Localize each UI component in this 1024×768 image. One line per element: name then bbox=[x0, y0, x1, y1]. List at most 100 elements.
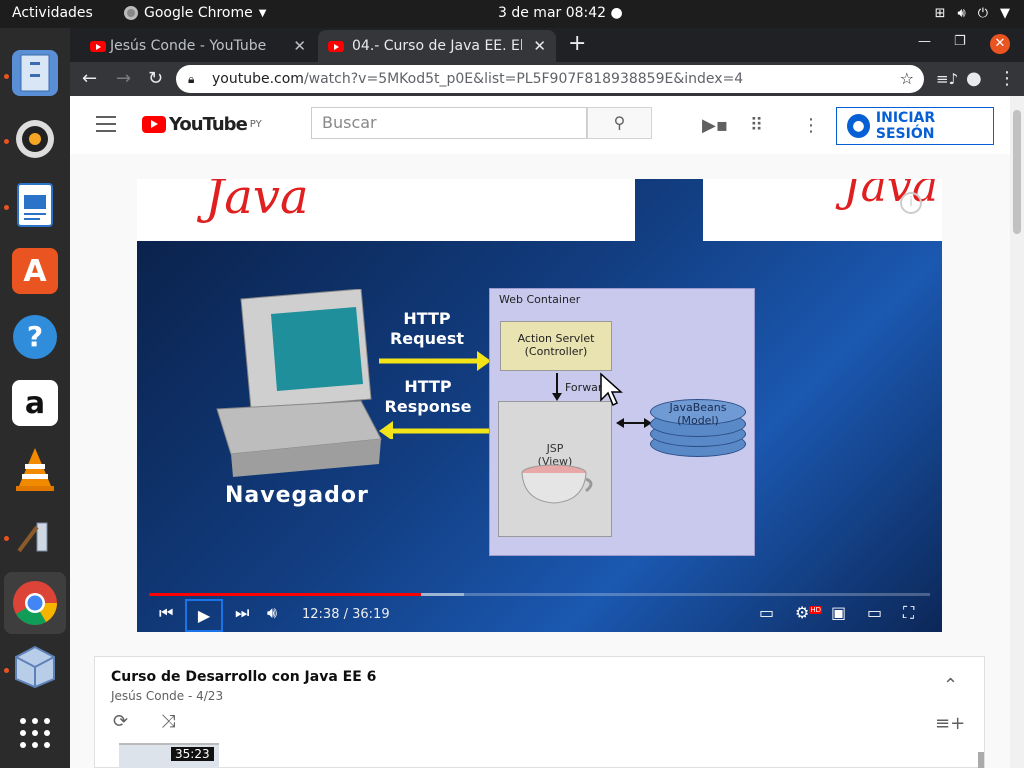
youtube-logo-text: YouTube bbox=[169, 114, 248, 135]
play-button[interactable]: ▶ bbox=[185, 599, 223, 632]
speaker-icon bbox=[16, 120, 54, 158]
loop-icon[interactable]: ⟳ bbox=[113, 711, 128, 732]
sign-in-button[interactable]: ● INICIAR SESIÓN bbox=[836, 107, 994, 145]
close-window-icon[interactable]: ✕ bbox=[990, 34, 1010, 54]
amazon-icon: a bbox=[24, 385, 46, 421]
bookmark-star-icon[interactable]: ☆ bbox=[900, 65, 914, 93]
chrome-app-icon[interactable] bbox=[4, 572, 66, 634]
vlc-app-icon[interactable] bbox=[12, 446, 58, 492]
slide-http-request-label: HTTP Request bbox=[389, 309, 465, 348]
volume-icon[interactable]: 🔊︎ bbox=[267, 603, 277, 623]
shuffle-icon[interactable]: ⤨ bbox=[161, 711, 175, 732]
settings-gear-icon[interactable]: ⚙HD bbox=[795, 603, 822, 622]
tab-title: Jesús Conde - YouTube bbox=[110, 38, 267, 54]
collapse-chevron-icon[interactable]: ⌃ bbox=[943, 675, 958, 696]
fullscreen-icon[interactable]: ⛶ bbox=[903, 603, 914, 623]
back-icon[interactable]: ← bbox=[82, 68, 97, 89]
playlist-item-thumbnail[interactable]: 35:23 bbox=[119, 743, 219, 768]
create-video-icon[interactable]: ▶︎▪ bbox=[702, 115, 728, 136]
search-button[interactable]: ⚲ bbox=[587, 107, 652, 139]
clock[interactable]: 3 de mar 08:42 ● bbox=[498, 5, 623, 21]
player-controls: ⏮ ▶ ⏭ 🔊︎ 12:38 / 36:19 ▭ ⚙HD ▣ ▭ ⛶ bbox=[137, 599, 942, 632]
close-tab-icon[interactable]: ✕ bbox=[533, 37, 546, 55]
app-menu[interactable]: Google Chrome ▼ bbox=[124, 5, 266, 21]
forward-icon[interactable]: → bbox=[116, 68, 131, 89]
dock: A ? a bbox=[0, 28, 70, 768]
playlist-subtitle: Jesús Conde - 4/23 bbox=[111, 689, 224, 703]
playlist-title[interactable]: Curso de Desarrollo con Java EE 6 bbox=[111, 669, 376, 685]
close-tab-icon[interactable]: ✕ bbox=[293, 37, 306, 55]
video-player[interactable]: Java Java i Navegador HTTP Request HTTP … bbox=[137, 179, 942, 632]
gimp-app-icon[interactable] bbox=[12, 512, 58, 558]
files-app-icon[interactable] bbox=[12, 50, 58, 96]
running-indicator bbox=[4, 536, 9, 541]
running-indicator bbox=[4, 668, 9, 673]
apps-grid-icon[interactable]: ⠿ bbox=[750, 115, 763, 136]
rhythmbox-app-icon[interactable] bbox=[12, 116, 58, 162]
running-indicator bbox=[4, 74, 9, 79]
youtube-logo[interactable]: YouTube PY bbox=[142, 114, 262, 135]
url-path: /watch?v=5MKod5t_p0E&list=PL5F907F818938… bbox=[303, 71, 744, 87]
address-bar[interactable]: 🔒︎ youtube.com/watch?v=5MKod5t_p0E&list=… bbox=[176, 65, 924, 93]
system-tray[interactable]: ⊞ 🔊︎ ⏻ ▼ bbox=[935, 6, 1010, 21]
paintbrush-icon bbox=[17, 522, 48, 553]
activities-button[interactable]: Actividades bbox=[12, 5, 93, 21]
save-to-playlist-icon[interactable]: ≡+ bbox=[935, 713, 965, 734]
virtualbox-app-icon[interactable] bbox=[12, 644, 58, 690]
amazon-app-icon[interactable]: a bbox=[12, 380, 58, 426]
new-tab-button[interactable]: + bbox=[568, 33, 586, 55]
network-icon: ⊞ bbox=[934, 6, 946, 21]
help-app-icon[interactable]: ? bbox=[12, 314, 58, 360]
youtube-favicon-icon bbox=[90, 41, 106, 52]
page-scrollbar[interactable] bbox=[1010, 96, 1024, 768]
slide-browser-label: Navegador bbox=[225, 483, 369, 508]
document-icon bbox=[17, 183, 53, 227]
duration: 36:19 bbox=[352, 607, 390, 622]
slide-heading: Java bbox=[205, 179, 309, 225]
writer-app-icon[interactable] bbox=[12, 182, 58, 228]
previous-icon[interactable]: ⏮ bbox=[159, 603, 173, 623]
subtitles-icon[interactable]: ▭ bbox=[759, 603, 774, 622]
playlist-scrollbar[interactable] bbox=[978, 752, 984, 768]
javabeans-label: JavaBeans (Model) bbox=[669, 401, 727, 427]
running-indicator bbox=[4, 139, 9, 144]
http-arrows-icon bbox=[379, 351, 491, 439]
web-container-title: Web Container bbox=[499, 293, 581, 306]
ubuntu-software-app-icon[interactable]: A bbox=[12, 248, 58, 294]
lock-icon: 🔒︎ bbox=[188, 72, 195, 86]
tab-video[interactable]: 04.- Curso de Java EE. El p ✕ bbox=[318, 30, 556, 62]
file-cabinet-icon bbox=[20, 54, 50, 92]
play-icon: ▶ bbox=[197, 606, 211, 625]
minimize-icon[interactable]: — bbox=[918, 34, 931, 49]
search-input[interactable]: Buscar bbox=[311, 107, 587, 139]
question-icon: ? bbox=[13, 315, 57, 359]
chevron-down-icon: ▼ bbox=[258, 7, 267, 19]
video-progress-bar[interactable] bbox=[149, 593, 930, 596]
show-applications-button[interactable] bbox=[12, 710, 58, 756]
tab-channel[interactable]: Jesús Conde - YouTube ✕ bbox=[70, 30, 316, 62]
double-arrow-icon bbox=[616, 418, 652, 428]
theater-mode-icon[interactable]: ▭ bbox=[867, 603, 882, 622]
played-bar bbox=[149, 593, 421, 596]
hamburger-menu-icon[interactable] bbox=[96, 116, 116, 132]
menu-kebab-icon[interactable]: ⋮ bbox=[998, 68, 1016, 89]
youtube-play-icon bbox=[142, 116, 166, 133]
media-controls-icon[interactable]: ≡♪ bbox=[936, 70, 958, 88]
info-icon[interactable]: i bbox=[900, 192, 922, 214]
app-menu-label: Google Chrome bbox=[144, 5, 253, 21]
reload-icon[interactable]: ↻ bbox=[148, 68, 163, 89]
maximize-icon[interactable]: ❐ bbox=[954, 34, 966, 49]
volume-icon: 🔊︎ bbox=[957, 6, 966, 21]
profile-icon[interactable]: ● bbox=[966, 68, 982, 89]
coffee-cup-icon bbox=[521, 464, 593, 504]
miniplayer-icon[interactable]: ▣ bbox=[831, 603, 846, 622]
computer-illustration-icon bbox=[216, 289, 382, 477]
clock-label: 3 de mar 08:42 bbox=[498, 5, 607, 21]
down-arrow-icon bbox=[552, 373, 562, 401]
scrollbar-thumb[interactable] bbox=[1013, 110, 1021, 234]
current-time: 12:38 bbox=[302, 607, 340, 622]
shopping-bag-icon: A bbox=[23, 253, 47, 289]
next-icon[interactable]: ⏭ bbox=[235, 603, 249, 623]
settings-kebab-icon[interactable]: ⋮ bbox=[802, 115, 820, 136]
chrome-window: Jesús Conde - YouTube ✕ 04.- Curso de Ja… bbox=[70, 28, 1024, 768]
